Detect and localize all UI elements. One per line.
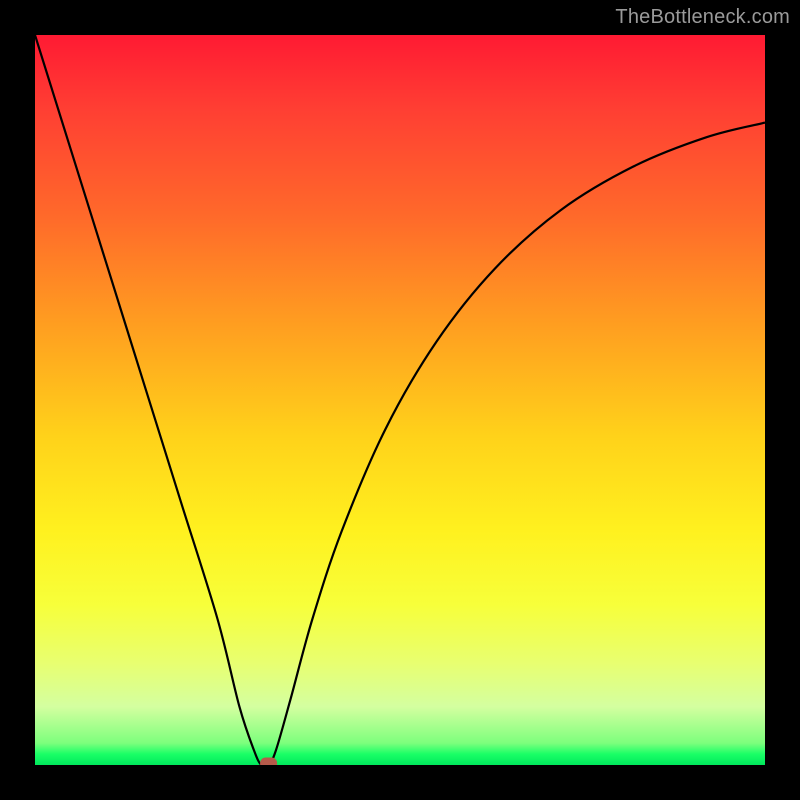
bottleneck-curve: [35, 35, 765, 765]
watermark-text: TheBottleneck.com: [615, 6, 790, 29]
plot-area: [35, 35, 765, 765]
chart-frame: TheBottleneck.com: [0, 0, 800, 800]
curve-layer: [35, 35, 765, 765]
optimal-point-marker: [261, 758, 277, 765]
